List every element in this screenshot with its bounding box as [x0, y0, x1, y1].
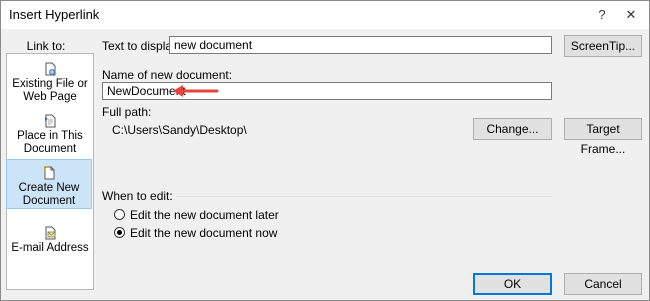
full-path-value: C:\Users\Sandy\Desktop\	[112, 123, 247, 137]
edit-now-label[interactable]: Edit the new document now	[130, 226, 277, 240]
link-option-create-new-document[interactable]: Create New Document	[6, 159, 92, 209]
name-of-new-document-input[interactable]: NewDocument	[102, 82, 552, 100]
screentip-button[interactable]: ScreenTip...	[564, 35, 642, 57]
link-option-place-in-document[interactable]: Place in This Document	[7, 114, 93, 158]
link-option-email-address[interactable]: E-mail Address	[7, 226, 93, 256]
annotation-arrow-icon	[173, 85, 219, 97]
existing-file-line1: Existing File or	[12, 78, 88, 90]
link-option-existing-file[interactable]: Existing File or Web Page	[7, 62, 93, 106]
change-button[interactable]: Change...	[473, 118, 552, 140]
when-to-edit-divider	[176, 196, 552, 197]
create-new-document-icon	[43, 166, 55, 180]
email-address-icon	[45, 226, 56, 240]
existing-file-icon	[45, 62, 56, 76]
target-frame-button[interactable]: Target Frame...	[564, 118, 642, 156]
link-to-panel: Existing File or Web Page Place in This …	[6, 53, 94, 290]
place-in-document-line1: Place in This	[17, 130, 83, 142]
create-new-document-line2: Document	[22, 195, 76, 207]
place-in-document-line2: Document	[23, 143, 77, 155]
ok-button[interactable]: OK	[473, 273, 552, 295]
edit-later-radio[interactable]	[114, 209, 125, 220]
place-in-document-icon	[45, 114, 56, 128]
email-address-line1: E-mail Address	[11, 242, 89, 254]
name-of-new-document-label: Name of new document:	[102, 68, 233, 82]
title-bar: Insert Hyperlink ? ✕	[1, 1, 649, 29]
existing-file-line2: Web Page	[23, 91, 77, 103]
link-to-label: Link to:	[26, 39, 66, 53]
dialog-title: Insert Hyperlink	[9, 7, 100, 22]
close-button[interactable]: ✕	[621, 5, 641, 25]
create-new-document-line1: Create New	[18, 182, 80, 194]
insert-hyperlink-dialog: Insert Hyperlink ? ✕ Link to: Existing F…	[0, 0, 650, 301]
edit-later-label[interactable]: Edit the new document later	[130, 208, 279, 222]
text-to-display-input[interactable]: new document	[169, 36, 552, 54]
edit-now-radio[interactable]	[114, 227, 125, 238]
cancel-button[interactable]: Cancel	[564, 273, 642, 295]
full-path-label: Full path:	[102, 105, 152, 119]
help-button[interactable]: ?	[592, 5, 612, 25]
when-to-edit-label: When to edit:	[102, 189, 173, 203]
